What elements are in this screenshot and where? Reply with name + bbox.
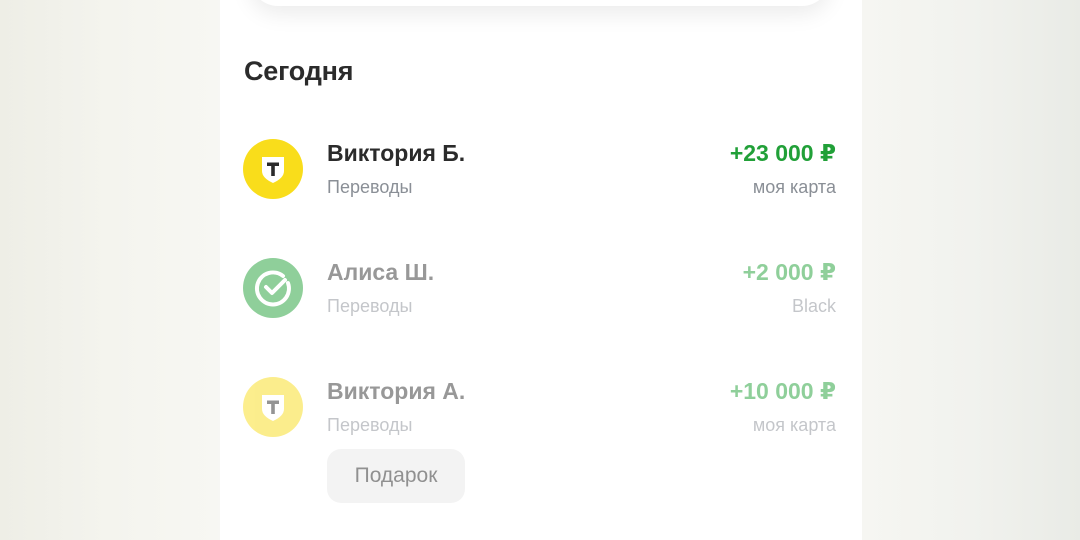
- tbank-logo-icon: [243, 377, 303, 437]
- transaction-row[interactable]: Виктория Б. Переводы +23 000 ₽ моя карта: [220, 136, 862, 206]
- transaction-account: моя карта: [752, 177, 836, 197]
- transaction-row[interactable]: Виктория А. Переводы +10 000 ₽ моя карта: [220, 374, 862, 444]
- sber-logo-icon: [243, 258, 303, 318]
- section-title-today: Сегодня: [244, 56, 354, 86]
- transaction-amount: +23 000 ₽: [729, 140, 836, 166]
- transaction-category: Переводы: [327, 415, 413, 435]
- background-right: [862, 0, 1080, 540]
- operations-panel: Сегодня Виктория Б. Переводы +23 000 ₽ м…: [220, 0, 862, 540]
- transaction-amount: +10 000 ₽: [729, 378, 836, 404]
- transaction-account: моя карта: [752, 415, 836, 435]
- tbank-logo-icon: [243, 139, 303, 199]
- gift-tag-chip[interactable]: Подарок: [327, 449, 465, 503]
- transaction-name: Виктория А.: [327, 378, 466, 404]
- transaction-name: Виктория Б.: [327, 140, 466, 166]
- transaction-category: Переводы: [327, 296, 413, 316]
- transaction-row[interactable]: Алиса Ш. Переводы +2 000 ₽ Black: [220, 255, 862, 325]
- transaction-name: Алиса Ш.: [327, 259, 435, 285]
- transaction-account: Black: [791, 296, 836, 316]
- top-card: [250, 0, 830, 6]
- transaction-category: Переводы: [327, 177, 413, 197]
- transaction-amount: +2 000 ₽: [742, 259, 836, 285]
